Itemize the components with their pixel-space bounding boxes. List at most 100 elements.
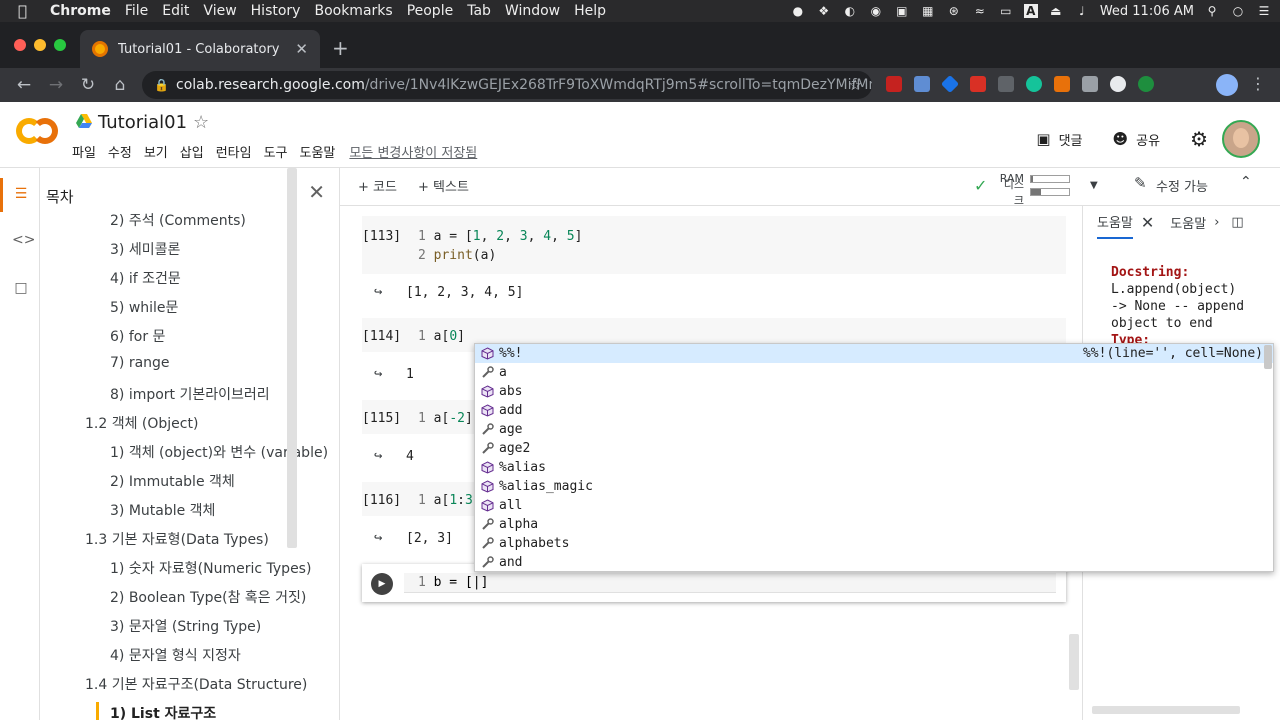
- edit-pencil-icon[interactable]: ✎: [1134, 174, 1147, 192]
- colab-menu-help[interactable]: 도움말: [300, 142, 336, 161]
- save-status-link[interactable]: 모든 변경사항이 저장됨: [349, 142, 477, 161]
- colab-menu-file[interactable]: 파일: [72, 142, 96, 161]
- extension-rx-icon[interactable]: [1054, 76, 1070, 92]
- extension-grammarly-icon[interactable]: [1026, 76, 1042, 92]
- add-text-button[interactable]: + 텍스트: [418, 176, 469, 195]
- comment-button[interactable]: ▣ 댓글: [1036, 130, 1082, 149]
- autocomplete-item[interactable]: abs: [475, 382, 1273, 401]
- extension-red-icon[interactable]: [886, 76, 902, 92]
- panel-layout-icon[interactable]: ◫: [1231, 215, 1243, 230]
- toc-item[interactable]: 4) 문자열 형식 지정자: [110, 645, 241, 665]
- close-tab-icon[interactable]: ✕: [295, 40, 308, 58]
- forward-icon[interactable]: →: [40, 75, 72, 95]
- lock-icon[interactable]: 🔒: [154, 78, 169, 92]
- new-tab-button[interactable]: +: [332, 36, 349, 60]
- extension-dropbox-icon[interactable]: [914, 76, 930, 92]
- notebook-title[interactable]: Tutorial01: [98, 112, 187, 133]
- colab-menu-edit[interactable]: 수정: [108, 142, 132, 161]
- edit-mode-label[interactable]: 수정 가능: [1156, 176, 1208, 195]
- toc-item[interactable]: 2) Immutable 객체: [110, 471, 235, 491]
- autocomplete-item[interactable]: and: [475, 553, 1273, 571]
- help-tab-active[interactable]: 도움말: [1097, 212, 1133, 239]
- colab-logo-icon[interactable]: [16, 118, 58, 144]
- toc-item[interactable]: 3) 문자열 (String Type): [110, 616, 261, 636]
- toc-item[interactable]: 1) 숫자 자료형(Numeric Types): [110, 558, 311, 578]
- notification-icon[interactable]: ◉: [868, 4, 884, 18]
- toc-item[interactable]: 1.3 기본 자료형(Data Types): [85, 529, 269, 549]
- input-source-icon[interactable]: A: [1023, 4, 1038, 18]
- menu-tab[interactable]: Tab: [467, 3, 491, 19]
- clock[interactable]: Wed 11:06 AM: [1100, 4, 1194, 19]
- autocomplete-item[interactable]: alpha: [475, 515, 1273, 534]
- menu-help[interactable]: Help: [574, 3, 606, 19]
- apple-icon[interactable]: : [18, 2, 40, 20]
- notebook-scrollbar[interactable]: [1069, 634, 1079, 690]
- reload-icon[interactable]: ↻: [72, 75, 104, 95]
- minimize-window-button[interactable]: [34, 39, 46, 51]
- add-code-button[interactable]: + 코드: [358, 176, 397, 195]
- settings-gear-icon[interactable]: ⚙: [1190, 127, 1208, 151]
- menu-file[interactable]: File: [125, 3, 148, 19]
- notification-center-icon[interactable]: ☰: [1256, 4, 1272, 18]
- code-editor-input[interactable]: 1 b = [|]: [404, 573, 1056, 593]
- account-avatar[interactable]: [1222, 120, 1260, 158]
- airplay-icon[interactable]: ▭: [998, 4, 1014, 18]
- resource-monitor[interactable]: RAM 디스크: [998, 172, 1070, 207]
- extension-bulb-icon[interactable]: [1082, 76, 1098, 92]
- dropbox-icon[interactable]: ❖: [816, 4, 832, 18]
- tabs-scroll-right-icon[interactable]: ›: [1214, 215, 1219, 230]
- output-icon[interactable]: ↪: [374, 530, 392, 546]
- toc-item[interactable]: 7) range: [110, 355, 170, 371]
- lock-icon[interactable]: ▦: [920, 4, 936, 18]
- google-drive-icon[interactable]: [76, 114, 92, 128]
- help-tab-second[interactable]: 도움말: [1170, 213, 1206, 232]
- toc-item[interactable]: 1) List 자료구조: [110, 703, 216, 720]
- autocomplete-item[interactable]: age: [475, 420, 1273, 439]
- autocomplete-item[interactable]: add: [475, 401, 1273, 420]
- dropdown-arrow-icon[interactable]: ▼: [1090, 180, 1098, 191]
- autocomplete-item[interactable]: a: [475, 363, 1273, 382]
- menu-people[interactable]: People: [407, 3, 454, 19]
- profile-avatar-icon[interactable]: [1216, 74, 1238, 96]
- toc-scrollbar[interactable]: [287, 168, 297, 548]
- chrome-menu-icon[interactable]: ⋮: [1250, 74, 1266, 93]
- code-cell-113[interactable]: [113] 1 a = [1, 2, 3, 4, 5] 2 print(a): [362, 216, 1066, 274]
- home-icon[interactable]: ⌂: [104, 75, 136, 95]
- bookmark-star-icon[interactable]: ☆: [849, 76, 862, 94]
- autocomplete-item[interactable]: %alias: [475, 458, 1273, 477]
- siri-icon[interactable]: ○: [1230, 4, 1246, 18]
- autocomplete-scrollbar[interactable]: [1264, 345, 1272, 369]
- run-cell-play-icon[interactable]: ▶: [371, 573, 393, 595]
- autocomplete-item[interactable]: all: [475, 496, 1273, 515]
- folder-sync-icon[interactable]: ▣: [894, 4, 910, 18]
- colab-menu-tools[interactable]: 도구: [264, 142, 288, 161]
- toc-item[interactable]: 2) Boolean Type(참 혹은 거짓): [110, 587, 306, 607]
- output-icon[interactable]: ↪: [374, 366, 392, 382]
- bluetooth-icon[interactable]: ⊛: [946, 4, 962, 18]
- record-icon[interactable]: ●: [790, 4, 806, 18]
- toc-item[interactable]: 2) 주석 (Comments): [110, 210, 246, 230]
- menu-view[interactable]: View: [203, 3, 236, 19]
- collapse-chevron-icon[interactable]: ⌃: [1240, 174, 1252, 190]
- menu-bookmarks[interactable]: Bookmarks: [314, 3, 392, 19]
- autocomplete-item[interactable]: %%! %%!(line='', cell=None): [475, 344, 1273, 363]
- extension-record-icon[interactable]: [1110, 76, 1126, 92]
- extension-m-icon[interactable]: [1138, 76, 1154, 92]
- address-bar[interactable]: 🔒 colab.research.google.com /drive/1Nv4l…: [142, 71, 872, 99]
- autocomplete-item[interactable]: age2: [475, 439, 1273, 458]
- close-help-tab-icon[interactable]: ✕: [1141, 213, 1154, 232]
- toc-item[interactable]: 1.4 기본 자료구조(Data Structure): [85, 674, 307, 694]
- sync-icon[interactable]: ◐: [842, 4, 858, 18]
- autocomplete-item[interactable]: alphabets: [475, 534, 1273, 553]
- menu-edit[interactable]: Edit: [162, 3, 189, 19]
- extension-blue-icon[interactable]: [940, 74, 960, 94]
- toc-item[interactable]: 4) if 조건문: [110, 268, 181, 288]
- help-horizontal-scrollbar[interactable]: [1092, 706, 1240, 714]
- spotlight-icon[interactable]: ⚲: [1204, 4, 1220, 18]
- toc-item[interactable]: 6) for 문: [110, 326, 165, 346]
- extension-print-icon[interactable]: [970, 76, 986, 92]
- back-icon[interactable]: ←: [8, 75, 40, 95]
- zoom-window-button[interactable]: [54, 39, 66, 51]
- toc-item[interactable]: 1.2 객체 (Object): [85, 413, 198, 433]
- colab-menu-view[interactable]: 보기: [144, 142, 168, 161]
